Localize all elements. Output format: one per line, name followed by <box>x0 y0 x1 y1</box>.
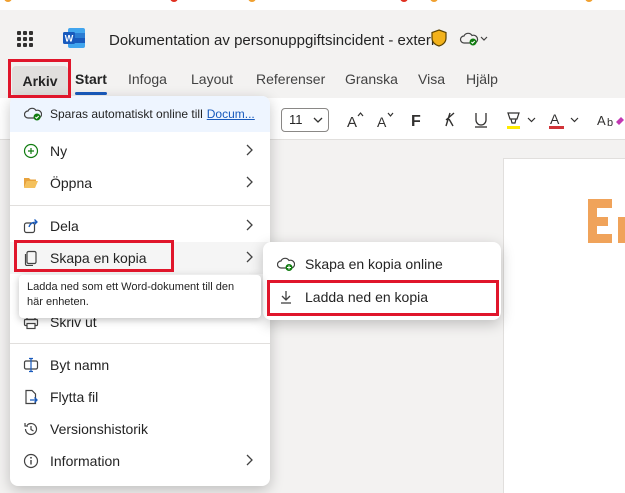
svg-text:A: A <box>550 111 560 127</box>
italic-icon[interactable] <box>441 110 459 130</box>
word-logo-icon: W <box>63 28 85 48</box>
menu-item-label: Dela <box>50 218 79 234</box>
menu-item-skapa-en-kopia[interactable]: Skapa en kopia <box>10 242 270 274</box>
document-page[interactable] <box>503 158 625 493</box>
menu-item-flytta-fil[interactable]: Flytta fil <box>10 381 270 413</box>
bookmarks-bar <box>0 0 625 10</box>
ribbon-tabs: Arkiv Start Infoga Layout Referenser Gra… <box>0 60 625 98</box>
menu-separator <box>10 343 270 344</box>
svg-text:A: A <box>597 113 606 128</box>
sensitivity-shield-icon[interactable] <box>431 29 447 47</box>
font-size-value: 11 <box>289 112 303 127</box>
submenu-item-label: Skapa en kopia online <box>305 256 443 272</box>
menu-item-oppna[interactable]: Öppna <box>10 167 270 199</box>
move-file-icon <box>25 389 38 405</box>
svg-text:F: F <box>411 113 421 130</box>
autosave-banner: Sparas automatiskt online till Docum... <box>10 96 270 132</box>
bookmark-5[interactable] <box>430 0 438 2</box>
chevron-right-icon <box>246 176 253 188</box>
history-icon <box>24 422 38 436</box>
bookmark-2[interactable] <box>170 0 178 2</box>
chevron-right-icon <box>246 251 253 263</box>
autosave-text: Sparas automatiskt online till <box>50 107 203 121</box>
tab-start[interactable]: Start <box>75 71 107 95</box>
copy-icon <box>24 250 37 266</box>
tooltip: Ladda ned som ett Word-dokument till den… <box>19 275 261 318</box>
brand-logo-fragment <box>588 199 625 243</box>
copy-submenu: Skapa en kopia online Ladda ned en kopia <box>263 242 501 320</box>
highlight-color-icon[interactable] <box>504 110 540 130</box>
submenu-item-label: Ladda ned en kopia <box>305 289 428 305</box>
bookmark-4[interactable] <box>400 0 408 2</box>
document-title[interactable]: Dokumentation av personuppgiftsincident … <box>109 32 439 49</box>
bookmark-6[interactable] <box>585 0 593 2</box>
svg-text:b: b <box>607 117 613 129</box>
menu-item-ny[interactable]: Ny <box>10 135 270 167</box>
cloud-add-icon <box>277 257 295 271</box>
font-color-icon[interactable]: A <box>547 110 583 130</box>
chevron-right-icon <box>246 144 253 156</box>
rename-icon <box>23 357 39 373</box>
app-launcher-icon[interactable] <box>17 31 33 47</box>
title-bar: W Dokumentation av personuppgiftsinciden… <box>0 10 625 60</box>
menu-item-label: Skapa en kopia <box>50 250 147 266</box>
tab-infoga[interactable]: Infoga <box>128 71 167 87</box>
menu-item-label: Flytta fil <box>50 389 99 405</box>
menu-item-information[interactable]: Information <box>10 445 270 477</box>
clear-formatting-icon[interactable]: A b <box>596 110 625 130</box>
chevron-down-icon <box>313 117 323 123</box>
font-size-dropdown[interactable]: 11 <box>281 108 329 132</box>
menu-item-label: Byt namn <box>50 357 110 373</box>
tab-arkiv[interactable]: Arkiv <box>12 66 68 96</box>
tab-referenser[interactable]: Referenser <box>256 71 325 87</box>
svg-text:A: A <box>347 114 357 130</box>
menu-item-label: Versionshistorik <box>50 421 149 437</box>
shrink-font-icon[interactable]: A <box>375 110 395 130</box>
tab-visa[interactable]: Visa <box>418 71 445 87</box>
autosave-location-link[interactable]: Docum... <box>207 107 255 121</box>
submenu-item-ladda-ned-kopia[interactable]: Ladda ned en kopia <box>263 281 501 313</box>
bold-icon[interactable]: F <box>409 110 427 130</box>
menu-item-byt-namn[interactable]: Byt namn <box>10 349 270 381</box>
cloud-saved-icon <box>24 107 42 121</box>
share-icon <box>23 219 38 234</box>
grow-font-icon[interactable]: A <box>345 110 365 130</box>
cloud-saved-icon[interactable] <box>459 31 491 47</box>
menu-item-versionshistorik[interactable]: Versionshistorik <box>10 413 270 445</box>
menu-separator <box>10 205 270 206</box>
svg-text:W: W <box>65 34 74 44</box>
submenu-item-skapa-kopia-online[interactable]: Skapa en kopia online <box>263 248 501 280</box>
chevron-right-icon <box>246 454 253 466</box>
tab-granska[interactable]: Granska <box>345 71 398 87</box>
bookmark-3[interactable] <box>248 0 256 2</box>
tab-hjalp[interactable]: Hjälp <box>466 71 498 87</box>
menu-item-dela[interactable]: Dela <box>10 210 270 242</box>
add-icon <box>23 143 39 159</box>
folder-open-icon <box>24 178 38 188</box>
menu-item-label: Information <box>50 453 121 469</box>
svg-text:A: A <box>377 114 387 130</box>
bookmark-1[interactable] <box>4 0 12 2</box>
info-icon <box>23 453 39 469</box>
download-icon <box>281 291 291 304</box>
menu-item-label: Öppna <box>50 175 93 191</box>
menu-item-label: Ny <box>50 143 68 159</box>
tab-layout[interactable]: Layout <box>191 71 233 87</box>
underline-icon[interactable] <box>472 110 490 130</box>
chevron-right-icon <box>246 219 253 231</box>
